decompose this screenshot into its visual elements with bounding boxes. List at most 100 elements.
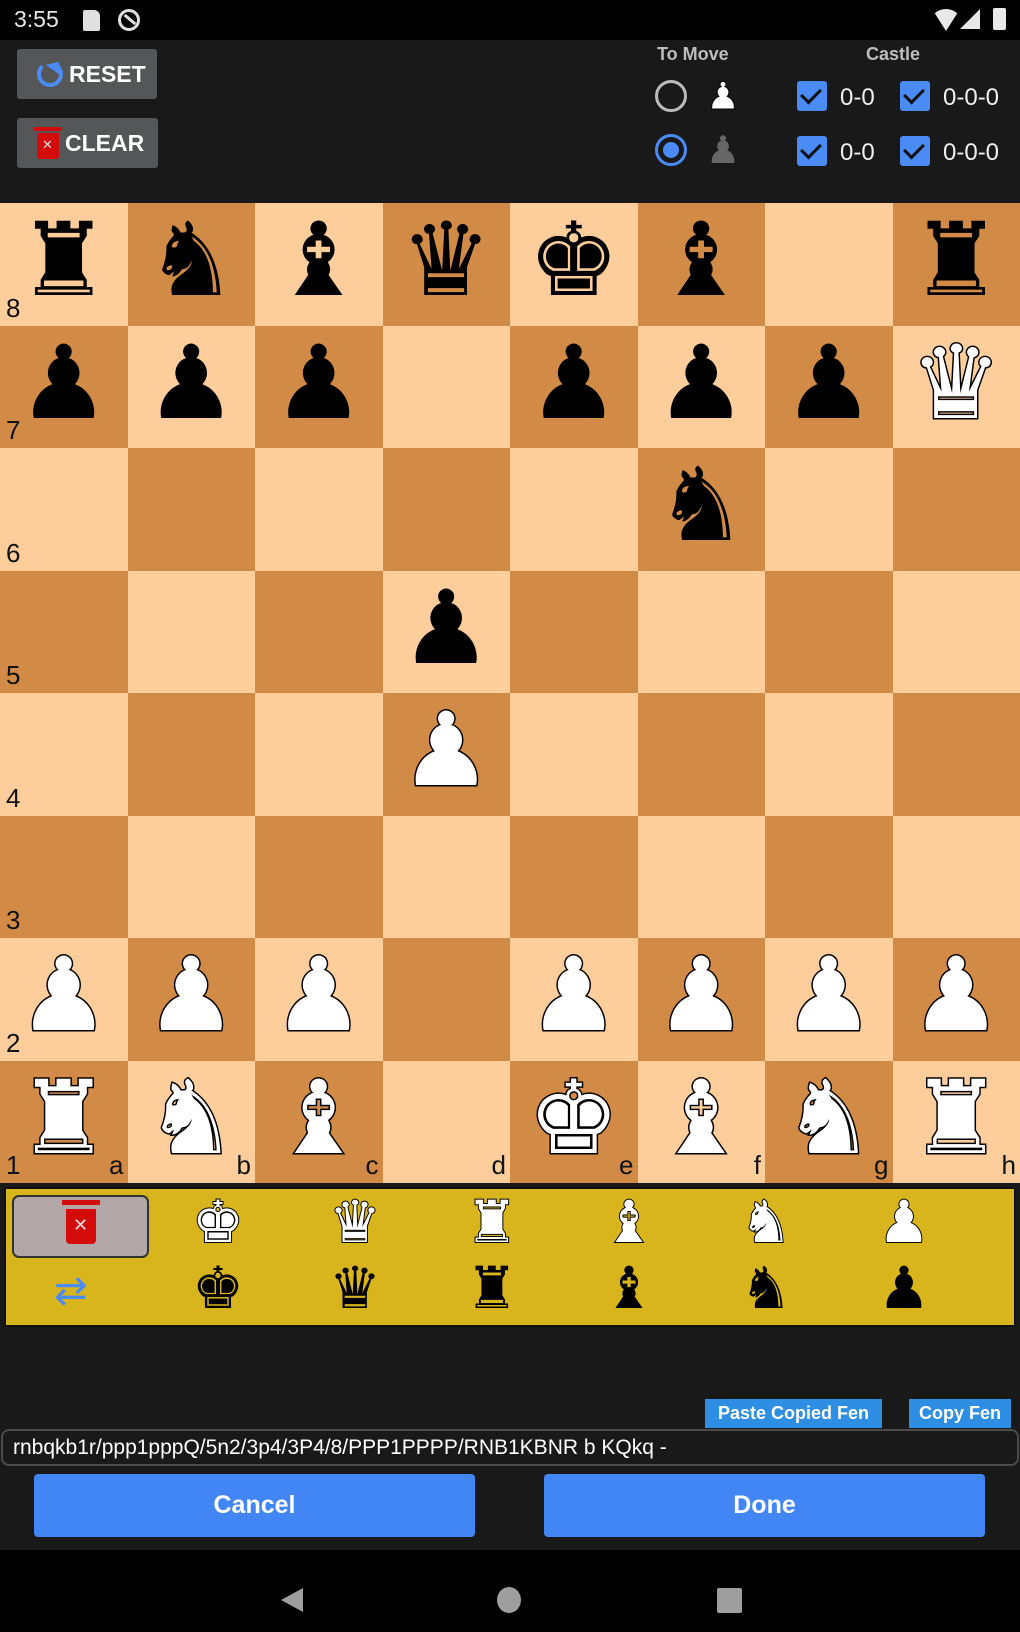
black-pawn-icon[interactable]: ♟ bbox=[783, 332, 874, 435]
back-icon[interactable] bbox=[281, 1588, 303, 1612]
done-button[interactable]: Done bbox=[544, 1474, 985, 1537]
square-d5[interactable]: ♟ bbox=[382, 570, 510, 693]
white-bishop-icon[interactable]: ♝ bbox=[272, 1066, 366, 1171]
square-d7[interactable] bbox=[382, 325, 510, 448]
square-a1[interactable]: ♜ 1 a bbox=[0, 1060, 128, 1183]
palette-black-rook-icon[interactable]: ♜ bbox=[466, 1259, 518, 1317]
reset-button[interactable]: RESET bbox=[17, 49, 157, 99]
square-d6[interactable] bbox=[382, 448, 510, 571]
square-f8[interactable]: ♝ bbox=[637, 203, 765, 326]
black-queen-icon[interactable]: ♛ bbox=[401, 210, 492, 312]
black-kingside-castle-checkbox[interactable] bbox=[797, 136, 827, 166]
square-g2[interactable]: ♟ bbox=[765, 938, 893, 1061]
square-h8[interactable]: ♜ bbox=[892, 203, 1020, 326]
white-queenside-castle-checkbox[interactable] bbox=[900, 81, 930, 111]
recents-icon[interactable] bbox=[717, 1588, 742, 1613]
square-h3[interactable] bbox=[892, 815, 1020, 938]
square-b4[interactable] bbox=[127, 693, 255, 816]
palette-black-bishop-icon[interactable]: ♝ bbox=[603, 1259, 655, 1317]
square-c4[interactable] bbox=[255, 693, 383, 816]
palette-white-knight-icon[interactable]: ♞ bbox=[739, 1192, 793, 1252]
palette-black-queen-icon[interactable]: ♛ bbox=[329, 1259, 381, 1317]
square-b3[interactable] bbox=[127, 815, 255, 938]
square-c6[interactable] bbox=[255, 448, 383, 571]
black-rook-icon[interactable]: ♜ bbox=[18, 210, 109, 312]
square-h7[interactable]: ♛ bbox=[892, 325, 1020, 448]
square-b1[interactable]: ♞ b bbox=[127, 1060, 255, 1183]
white-king-icon[interactable]: ♚ bbox=[527, 1066, 621, 1171]
square-g8[interactable] bbox=[765, 203, 893, 326]
square-d1[interactable]: d bbox=[382, 1060, 510, 1183]
white-rook-icon[interactable]: ♜ bbox=[909, 1066, 1003, 1171]
white-bishop-icon[interactable]: ♝ bbox=[654, 1066, 748, 1171]
square-f1[interactable]: ♝ f bbox=[637, 1060, 765, 1183]
square-h6[interactable] bbox=[892, 448, 1020, 571]
square-g6[interactable] bbox=[765, 448, 893, 571]
cancel-button[interactable]: Cancel bbox=[34, 1474, 475, 1537]
square-d3[interactable] bbox=[382, 815, 510, 938]
black-pawn-icon[interactable]: ♟ bbox=[18, 332, 109, 435]
square-b6[interactable] bbox=[127, 448, 255, 571]
paste-fen-button[interactable]: Paste Copied Fen bbox=[705, 1399, 882, 1428]
square-h4[interactable] bbox=[892, 693, 1020, 816]
square-b2[interactable]: ♟ bbox=[127, 938, 255, 1061]
square-e2[interactable]: ♟ bbox=[510, 938, 638, 1061]
copy-fen-button[interactable]: Copy Fen bbox=[909, 1399, 1011, 1428]
palette-black-pawn-icon[interactable]: ♟ bbox=[878, 1259, 930, 1317]
black-to-move-radio[interactable] bbox=[655, 134, 687, 166]
black-pawn-icon[interactable]: ♟ bbox=[528, 332, 619, 435]
square-a3[interactable]: 3 bbox=[0, 815, 128, 938]
black-knight-icon[interactable]: ♞ bbox=[146, 210, 237, 312]
white-pawn-icon[interactable]: ♟ bbox=[399, 698, 493, 803]
square-e6[interactable] bbox=[510, 448, 638, 571]
fen-input[interactable] bbox=[1, 1429, 1019, 1466]
white-pawn-icon[interactable]: ♟ bbox=[17, 943, 111, 1048]
square-h2[interactable]: ♟ bbox=[892, 938, 1020, 1061]
square-a6[interactable]: 6 bbox=[0, 448, 128, 571]
white-pawn-icon[interactable]: ♟ bbox=[144, 943, 238, 1048]
black-king-icon[interactable]: ♚ bbox=[528, 210, 619, 312]
delete-piece-button[interactable] bbox=[12, 1195, 149, 1258]
black-pawn-icon[interactable]: ♟ bbox=[273, 332, 364, 435]
square-h1[interactable]: ♜ h bbox=[892, 1060, 1020, 1183]
clear-button[interactable]: CLEAR bbox=[17, 118, 158, 168]
black-pawn-icon[interactable]: ♟ bbox=[146, 332, 237, 435]
square-c5[interactable] bbox=[255, 570, 383, 693]
white-pawn-icon[interactable]: ♟ bbox=[654, 943, 748, 1048]
square-g3[interactable] bbox=[765, 815, 893, 938]
square-e7[interactable]: ♟ bbox=[510, 325, 638, 448]
palette-black-king-icon[interactable]: ♚ bbox=[192, 1259, 244, 1317]
swap-colors-icon[interactable]: ⇄ bbox=[54, 1271, 88, 1311]
square-e4[interactable] bbox=[510, 693, 638, 816]
square-f5[interactable] bbox=[637, 570, 765, 693]
white-knight-icon[interactable]: ♞ bbox=[782, 1066, 876, 1171]
square-g4[interactable] bbox=[765, 693, 893, 816]
square-f2[interactable]: ♟ bbox=[637, 938, 765, 1061]
white-knight-icon[interactable]: ♞ bbox=[144, 1066, 238, 1171]
square-d8[interactable]: ♛ bbox=[382, 203, 510, 326]
palette-white-bishop-icon[interactable]: ♝ bbox=[602, 1192, 656, 1252]
square-g7[interactable]: ♟ bbox=[765, 325, 893, 448]
palette-white-queen-icon[interactable]: ♛ bbox=[328, 1192, 382, 1252]
black-knight-icon[interactable]: ♞ bbox=[656, 455, 747, 557]
square-a7[interactable]: ♟ 7 bbox=[0, 325, 128, 448]
square-d2[interactable] bbox=[382, 938, 510, 1061]
square-g5[interactable] bbox=[765, 570, 893, 693]
square-c3[interactable] bbox=[255, 815, 383, 938]
black-pawn-icon[interactable]: ♟ bbox=[401, 577, 492, 680]
chess-board[interactable]: ♜ 8 ♞ ♝ ♛ ♚ ♝ ♜ ♟ 7 ♟ ♟ ♟ ♟ ♟ ♛ 6 ♞ 5 ♟ 4 ♟ 3 ♟ 2 ♟ ♟ ♟ ♟ ♟ ♟ ♜ 1 a ♞ b ♝ c d ♚… bbox=[0, 203, 1020, 1183]
black-queenside-castle-checkbox[interactable] bbox=[900, 136, 930, 166]
palette-white-rook-icon[interactable]: ♜ bbox=[465, 1192, 519, 1252]
white-pawn-icon[interactable]: ♟ bbox=[909, 943, 1003, 1048]
square-a2[interactable]: ♟ 2 bbox=[0, 938, 128, 1061]
square-f3[interactable] bbox=[637, 815, 765, 938]
square-e5[interactable] bbox=[510, 570, 638, 693]
square-a4[interactable]: 4 bbox=[0, 693, 128, 816]
square-c7[interactable]: ♟ bbox=[255, 325, 383, 448]
square-g1[interactable]: ♞ g bbox=[765, 1060, 893, 1183]
white-pawn-icon[interactable]: ♟ bbox=[527, 943, 621, 1048]
square-a8[interactable]: ♜ 8 bbox=[0, 203, 128, 326]
square-e8[interactable]: ♚ bbox=[510, 203, 638, 326]
palette-black-knight-icon[interactable]: ♞ bbox=[740, 1259, 792, 1317]
square-b7[interactable]: ♟ bbox=[127, 325, 255, 448]
